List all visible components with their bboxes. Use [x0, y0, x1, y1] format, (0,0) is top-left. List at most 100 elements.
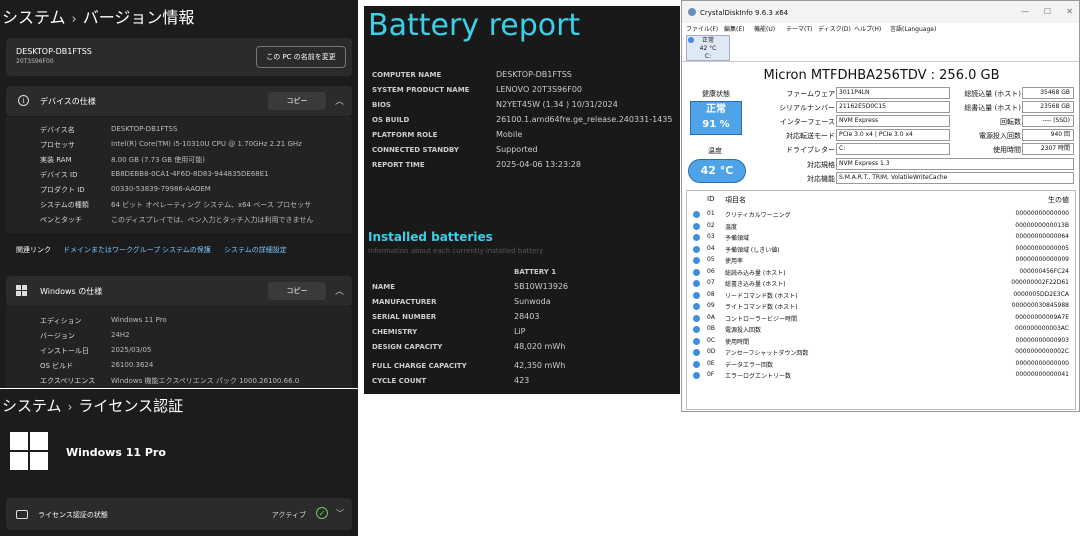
minimize-icon[interactable]: — [1021, 7, 1029, 16]
smart-row[interactable]: 0F エラーログエントリー数 00000000000041 [687, 370, 1075, 381]
breadcrumb-parent[interactable]: システム [2, 8, 66, 27]
health-label: 健康状態 [702, 90, 730, 98]
smart-row[interactable]: 08 リードコマンド数 (ホスト) 0000005DD2E3CA [687, 290, 1075, 301]
status-dot-icon [693, 314, 700, 322]
system-row: BIOS N2YET45W (1.34 ) 10/31/2024 [372, 100, 618, 109]
title-bar[interactable]: CrystalDiskInfo 9.6.3 x64 — ☐ ✕ [682, 1, 1079, 23]
smart-id: 02 [707, 221, 715, 229]
smart-attribute-name: クリティカルワーニング [725, 212, 791, 219]
battery-row: MANUFACTURER Sunwoda [372, 297, 551, 306]
menu-function[interactable]: 機能(U) [754, 24, 775, 33]
smart-raw-value: 000000456FC24 [1019, 267, 1069, 275]
page-title: システム › バージョン情報 [2, 4, 194, 28]
smart-row[interactable]: 03 予備領域 00000000000064 [687, 232, 1075, 243]
system-row: COMPUTER NAME DESKTOP-DB1FTSS [372, 70, 572, 79]
smart-row[interactable]: 09 ライトコマンド数 (ホスト) 000000030845988 [687, 301, 1075, 312]
page-title: システム › ライセンス認証 [2, 395, 183, 416]
status-dot-icon [693, 280, 700, 287]
smart-row[interactable]: 07 総書き込み量 (ホスト) 000000002F22D61 [687, 278, 1075, 289]
firmware-value: 3011P4LN [836, 87, 950, 99]
temperature-label: 温度 [708, 147, 722, 155]
close-icon[interactable]: ✕ [1066, 7, 1073, 16]
chevron-up-icon[interactable]: ︿ [335, 284, 344, 297]
smart-raw-value: 00000000000005 [1015, 244, 1069, 252]
menu-theme[interactable]: テーマ(T) [786, 24, 812, 33]
smart-attribute-name: ライトコマンド数 (ホスト) [725, 304, 798, 311]
edition-name: Windows 11 Pro [66, 446, 166, 459]
smart-row[interactable]: 0C 使用時間 00000000000903 [687, 336, 1075, 347]
smart-attribute-name: 予備領域 [725, 235, 750, 242]
smart-header-id[interactable]: ID [707, 195, 714, 203]
system-row: CONNECTED STANDBY Supported [372, 145, 538, 154]
related-links: 関連リンク ドメインまたはワークグループ システムの保護 システムの詳細設定 [6, 242, 352, 262]
menu-disk[interactable]: ディスク(D) [818, 24, 851, 33]
smart-row[interactable]: 0D アンセーフシャットダウン回数 0000000000002C [687, 347, 1075, 358]
smart-raw-value: 00000000000064 [1015, 233, 1069, 240]
drive-letter-value: C: [836, 143, 950, 155]
smart-row[interactable]: 05 使用率 00000000000009 [687, 255, 1075, 266]
smart-row[interactable]: 0E データエラー回数 00000000000000 [687, 359, 1075, 370]
disk-info-body: Micron MTFDHBA256TDV : 256.0 GB 健康状態 正常 … [682, 61, 1079, 411]
smart-raw-value: 000000000003AC [1015, 325, 1069, 332]
smart-attribute-name: 使用時間 [725, 338, 750, 346]
link-domain-workgroup[interactable]: ドメインまたはワークグループ [63, 245, 160, 255]
system-row: REPORT TIME 2025-04-06 13:23:28 [372, 160, 581, 169]
health-status-box[interactable]: 正常 91 % [690, 101, 742, 135]
windows-logo-icon [10, 432, 48, 470]
drive-tab-letter: C: [704, 53, 712, 60]
link-advanced-system-settings[interactable]: システムの詳細設定 [224, 245, 287, 255]
host-writes-value: 23568 GB [1022, 101, 1074, 113]
smart-raw-value: 0000000000002C [1015, 348, 1069, 355]
info-icon: i [18, 95, 29, 106]
app-icon [688, 8, 696, 16]
smart-id: 0F [707, 371, 715, 378]
status-dot-icon [693, 337, 700, 345]
chevron-down-icon[interactable]: ﹀ [336, 508, 344, 519]
smart-row[interactable]: 04 予備領域 (しきい値) 00000000000005 [687, 244, 1075, 255]
temperature-value[interactable]: 42 °C [688, 159, 746, 183]
smart-id: 0E [707, 359, 715, 367]
smart-row[interactable]: 06 総読み込み量 (ホスト) 000000456FC24 [687, 267, 1075, 278]
windows-spec-title: Windows の仕様 [40, 287, 103, 296]
breadcrumb-parent[interactable]: システム [2, 397, 62, 415]
menu-help[interactable]: ヘルプ(H) [854, 24, 881, 33]
drive-tab[interactable]: 正常 42 °C C: [686, 35, 730, 61]
crystaldiskinfo-window: CrystalDiskInfo 9.6.3 x64 — ☐ ✕ ファイル(F) … [681, 0, 1080, 412]
copy-device-spec-button[interactable]: コピー [268, 92, 326, 110]
smart-raw-value: 00000000000903 [1015, 336, 1069, 344]
smart-row[interactable]: 0A コントローラービジー時間 00000000009A7E [687, 313, 1075, 324]
smart-row[interactable]: 02 温度 0000000000013B [687, 221, 1075, 232]
menu-edit[interactable]: 編集(E) [724, 24, 744, 33]
link-system-protection[interactable]: システムの保護 [162, 245, 211, 255]
smart-header-name[interactable]: 項目名 [725, 195, 746, 205]
standard-value: NVM Express 1.3 [836, 158, 1074, 170]
copy-windows-spec-button[interactable]: コピー [268, 282, 326, 300]
disk-model: Micron MTFDHBA256TDV : 256.0 GB [763, 68, 1000, 83]
activation-status-value: アクティブ [271, 511, 306, 519]
installed-batteries-heading: Installed batteries [368, 230, 493, 244]
device-spec-header[interactable]: i デバイスの仕様 コピー ︿ [6, 86, 352, 116]
breadcrumb-current: ライセンス認証 [78, 397, 184, 415]
standard-label: 対応規格 [807, 161, 835, 169]
battery-report-panel: Battery report COMPUTER NAME DESKTOP-DB1F… [364, 6, 680, 394]
power-on-count-value: 940 回 [1022, 129, 1074, 141]
chevron-up-icon[interactable]: ︿ [335, 94, 344, 107]
rotation-label: 回転数 [1000, 118, 1021, 126]
rename-pc-button[interactable]: この PC の名前を変更 [256, 46, 346, 68]
maximize-icon[interactable]: ☐ [1044, 7, 1051, 16]
breadcrumb-separator: › [67, 400, 73, 414]
smart-row[interactable]: 01 クリティカルワーニング 00000000000000 [687, 209, 1075, 220]
breadcrumb-current: バージョン情報 [82, 8, 195, 27]
features-label: 対応機能 [807, 175, 835, 183]
activation-state-row[interactable]: ライセンス認証の状態 アクティブ ✓ ﹀ [6, 498, 352, 530]
windows-spec-header[interactable]: Windows の仕様 コピー ︿ [6, 276, 352, 306]
drive-tab-temp: 42 °C [699, 45, 717, 52]
smart-raw-value: 00000000000009 [1015, 256, 1069, 263]
smart-header-raw[interactable]: 生の値 [1048, 195, 1069, 205]
menu-language[interactable]: 言語(Language) [890, 24, 936, 33]
smart-raw-value: 000000030845988 [1011, 302, 1069, 309]
windows-about-panel: システム › バージョン情報 DESKTOP-DB1FTSS 20T3S96F00 … [0, 0, 358, 388]
battery-row: SERIAL NUMBER 28403 [372, 312, 540, 321]
menu-file[interactable]: ファイル(F) [686, 24, 718, 33]
smart-row[interactable]: 0B 電源投入回数 000000000003AC [687, 324, 1075, 335]
